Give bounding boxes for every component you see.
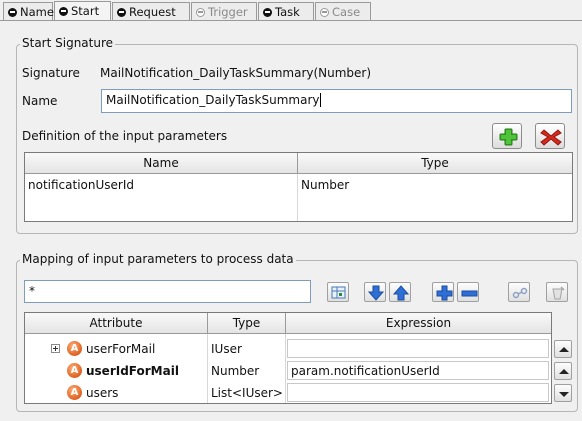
tab-label: Name (20, 5, 54, 19)
column-header-type[interactable]: Type (298, 153, 572, 174)
parameter-type-cell: Number (301, 178, 350, 192)
tab-status-icon (263, 8, 272, 17)
column-divider (285, 334, 286, 403)
move-down-icon (367, 285, 385, 301)
attribute-type-cell: IUser (211, 342, 242, 356)
expression-cell[interactable]: param.notificationUserId (287, 361, 549, 380)
attribute-name-cell: users (86, 386, 119, 400)
tab-task[interactable]: Task (258, 2, 314, 20)
move-down-button[interactable] (364, 282, 386, 302)
red-x-icon (540, 129, 562, 146)
delete-icon (552, 286, 565, 300)
expression-value: param.notificationUserId (291, 364, 440, 378)
table-row[interactable]: A users List<IUser> (25, 383, 551, 403)
tab-status-icon (320, 8, 329, 17)
tab-status-icon (8, 8, 17, 17)
attribute-icon: A (67, 385, 82, 400)
mapping-table: Attribute Type Expression A userForMail … (24, 312, 552, 404)
attribute-filter-field[interactable]: * (24, 280, 311, 303)
tab-status-icon (59, 7, 68, 16)
name-label: Name (22, 94, 58, 108)
chevron-down-icon (559, 392, 569, 397)
attribute-icon: A (67, 363, 82, 378)
add-mapping-button[interactable] (432, 282, 454, 302)
name-field-value: MailNotification_DailyTaskSummary (106, 93, 320, 107)
table-row[interactable]: A userForMail IUser (25, 339, 551, 359)
attribute-name-cell: userIdForMail (86, 364, 179, 378)
expand-icon[interactable] (51, 344, 60, 353)
tab-status-icon (117, 8, 126, 17)
tab-divider (0, 20, 582, 21)
link-button[interactable] (508, 282, 530, 302)
start-signature-title: Start Signature (20, 36, 116, 50)
expression-dropdown-button[interactable] (554, 384, 572, 402)
tab-label: Case (332, 5, 361, 19)
tab-bar: Name Start Request Trigger Task Case (0, 0, 582, 22)
attribute-type-cell: Number (211, 364, 260, 378)
delete-button[interactable] (546, 282, 568, 302)
chevron-up-icon (559, 347, 569, 352)
chevron-up-icon (559, 369, 569, 374)
green-plus-icon (499, 128, 518, 146)
move-up-icon (392, 285, 410, 301)
text-caret (320, 93, 322, 107)
column-header-name[interactable]: Name (25, 153, 298, 174)
tab-status-icon (196, 8, 205, 17)
tab-start[interactable]: Start (54, 1, 111, 21)
move-up-button[interactable] (389, 282, 411, 302)
attribute-icon: A (67, 341, 82, 356)
column-divider (297, 174, 298, 221)
tab-trigger[interactable]: Trigger (191, 2, 257, 20)
remove-mapping-button[interactable] (457, 282, 479, 302)
attribute-type-cell: List<IUser> (211, 386, 283, 400)
expression-dropdown-button[interactable] (554, 340, 572, 358)
table-row[interactable]: notificationUserId Number (25, 175, 572, 195)
column-divider (207, 334, 208, 403)
tab-name[interactable]: Name (3, 2, 54, 20)
tab-label: Trigger (208, 5, 248, 19)
remove-icon (461, 290, 478, 297)
name-field[interactable]: MailNotification_DailyTaskSummary (101, 89, 572, 113)
expression-value (288, 339, 291, 359)
mapping-title: Mapping of input parameters to process d… (20, 252, 296, 266)
link-icon (512, 287, 528, 299)
table-view-button[interactable] (327, 282, 349, 302)
add-icon (436, 285, 453, 301)
tab-label: Request (129, 5, 176, 19)
remove-parameter-button[interactable] (535, 123, 565, 149)
expression-value (288, 383, 291, 403)
expression-cell[interactable] (287, 383, 549, 402)
table-row[interactable]: A userIdForMail Number param.notificatio… (25, 361, 551, 381)
tab-case[interactable]: Case (315, 2, 371, 20)
table-view-icon (331, 286, 346, 299)
input-parameters-table: Name Type notificationUserId Number (24, 152, 573, 222)
tab-label: Start (71, 4, 100, 18)
signature-value: MailNotification_DailyTaskSummary(Number… (100, 66, 372, 80)
definition-label: Definition of the input parameters (22, 129, 228, 143)
attribute-name-cell: userForMail (86, 342, 156, 356)
add-parameter-button[interactable] (492, 123, 522, 149)
tab-label: Task (275, 5, 300, 19)
signature-label: Signature (22, 66, 80, 80)
tab-request[interactable]: Request (112, 2, 190, 20)
column-header-expression[interactable]: Expression (286, 313, 551, 334)
parameter-name-cell: notificationUserId (28, 178, 134, 192)
column-header-attribute[interactable]: Attribute (25, 313, 208, 334)
expression-cell[interactable] (287, 339, 549, 358)
column-header-type[interactable]: Type (208, 313, 286, 334)
expression-dropdown-button[interactable] (554, 362, 572, 380)
